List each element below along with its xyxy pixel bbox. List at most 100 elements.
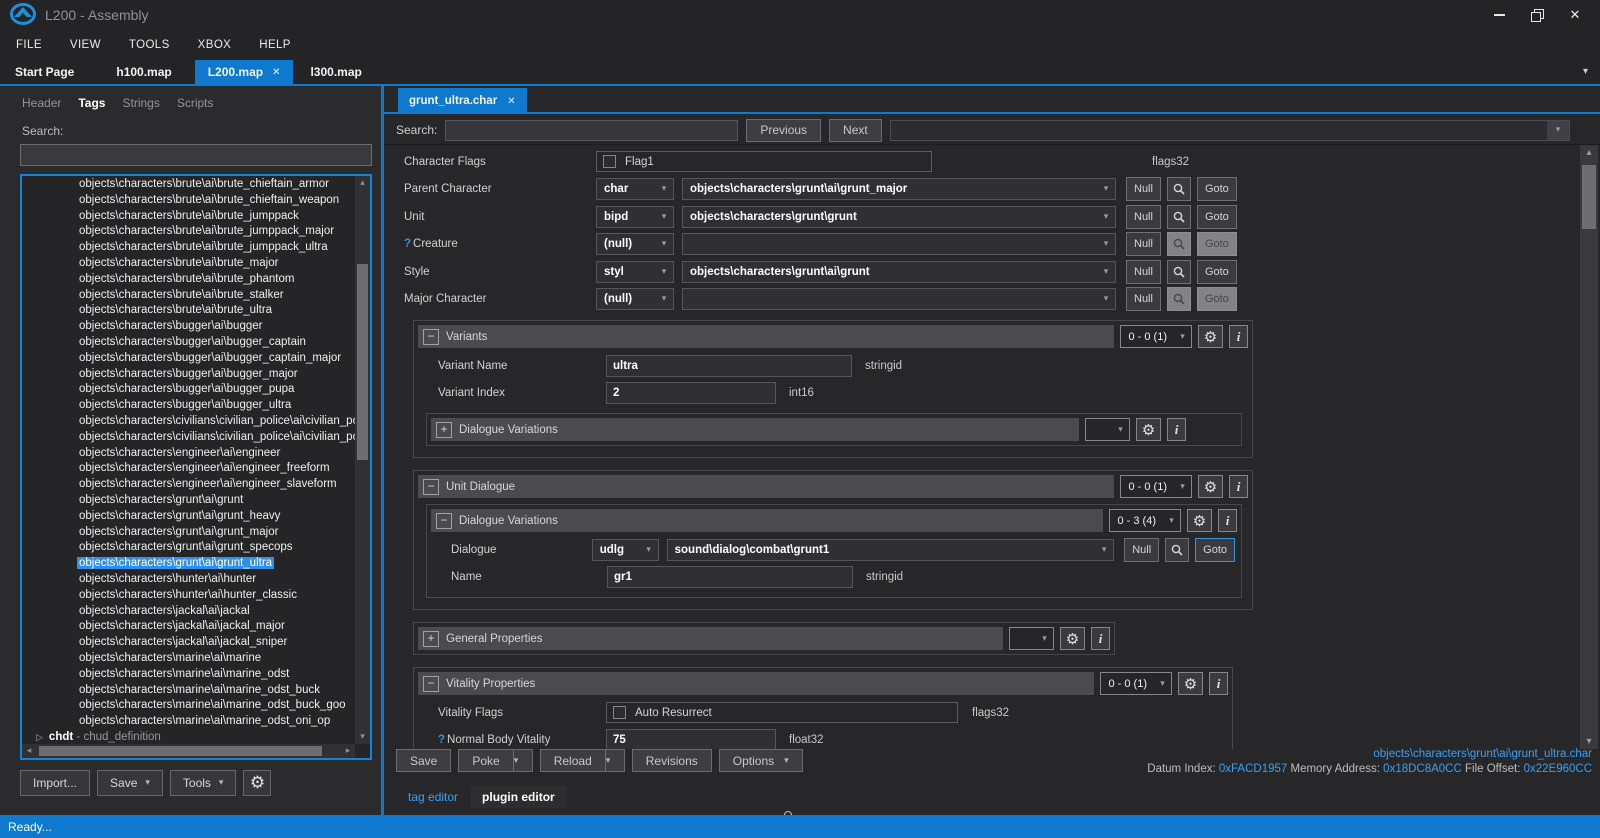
editor-vscrollbar[interactable]: ▴ ▾ (1580, 145, 1598, 749)
block-index-dropdown[interactable]: 0 - 3 (4)▾ (1109, 509, 1181, 532)
tag-path-link[interactable]: objects\characters\grunt\ai\grunt_ultra.… (1147, 747, 1592, 762)
goto-button[interactable]: Goto (1197, 177, 1237, 201)
tag-list-item[interactable]: objects\characters\civilians\civilian_po… (22, 430, 355, 446)
dialogue-name-input[interactable] (607, 566, 853, 588)
search-tag-button[interactable] (1167, 205, 1191, 229)
null-button[interactable]: Null (1126, 287, 1161, 311)
null-button[interactable]: Null (1126, 177, 1161, 201)
tag-class-dropdown[interactable]: styl▾ (596, 261, 674, 283)
variant-name-input[interactable] (606, 355, 852, 377)
block-index-dropdown[interactable]: ▾ (1085, 418, 1130, 441)
tag-list-item[interactable]: objects\characters\marine\ai\marine (22, 651, 355, 667)
chevron-down-icon[interactable]: ▾ (1583, 66, 1588, 77)
normal-body-vitality-input[interactable] (606, 729, 776, 749)
tag-list-item[interactable]: objects\characters\grunt\ai\grunt_heavy (22, 509, 355, 525)
tag-list-item[interactable]: objects\characters\grunt\ai\grunt (22, 493, 355, 509)
expand-button[interactable]: + (436, 422, 452, 438)
menu-file[interactable]: FILE (14, 35, 44, 55)
tag-class-dropdown[interactable]: (null)▾ (596, 233, 674, 255)
info-icon[interactable]: i (1229, 475, 1248, 498)
options-button[interactable]: Options▾ (719, 749, 803, 772)
info-icon[interactable]: i (1229, 325, 1248, 348)
tag-list-item[interactable]: objects\characters\bugger\ai\bugger_majo… (22, 367, 355, 383)
tag-class-dropdown[interactable]: (null)▾ (596, 288, 674, 310)
menu-tools[interactable]: TOOLS (127, 35, 172, 55)
goto-button[interactable]: Goto (1195, 538, 1235, 562)
tag-list-hscrollbar[interactable]: ◂ ▸ (22, 744, 355, 758)
tag-list-item[interactable]: objects\characters\brute\ai\brute_jumppa… (22, 209, 355, 225)
close-icon[interactable]: ✕ (272, 67, 280, 78)
tag-list-item[interactable]: objects\characters\brute\ai\brute_phanto… (22, 272, 355, 288)
block-index-dropdown[interactable]: 0 - 0 (1)▾ (1120, 325, 1192, 348)
tag-list-item[interactable]: objects\characters\brute\ai\brute_chieft… (22, 193, 355, 209)
tab-plugin-editor[interactable]: plugin editor (470, 786, 567, 808)
menu-help[interactable]: HELP (257, 35, 293, 55)
settings-gear-button[interactable]: ⚙ (243, 770, 271, 796)
chevron-right-icon[interactable]: ▸ (341, 744, 355, 758)
tag-path-combobox[interactable]: ▾ (682, 288, 1116, 310)
tools-button[interactable]: Tools▾ (170, 770, 237, 796)
info-icon[interactable]: i (1167, 418, 1186, 441)
tag-list-item[interactable]: objects\characters\engineer\ai\engineer_… (22, 461, 355, 477)
tag-list-item[interactable]: objects\characters\marine\ai\marine_odst… (22, 698, 355, 714)
block-gear-button[interactable]: ⚙ (1136, 418, 1161, 441)
tag-class-dropdown[interactable]: char▾ (596, 178, 674, 200)
tag-list-item[interactable]: objects\characters\hunter\ai\hunter (22, 572, 355, 588)
previous-button[interactable]: Previous (746, 119, 821, 142)
search-tag-button[interactable] (1167, 177, 1191, 201)
close-icon[interactable]: ✕ (507, 96, 515, 107)
tag-list-vscrollbar[interactable]: ▴ ▾ (355, 176, 370, 744)
tag-list-item[interactable]: objects\characters\jackal\ai\jackal (22, 604, 355, 620)
search-results-combobox[interactable]: ▾ (890, 120, 1570, 141)
import-button[interactable]: Import... (20, 770, 90, 796)
null-button[interactable]: Null (1126, 260, 1161, 284)
chevron-up-icon[interactable]: ▴ (1580, 145, 1598, 160)
collapse-button[interactable]: − (423, 329, 439, 345)
tag-list-item[interactable]: objects\characters\brute\ai\brute_ultra (22, 303, 355, 319)
tab-grunt-ultra-char[interactable]: grunt_ultra.char ✕ (398, 88, 527, 114)
tag-list-item[interactable]: objects\characters\engineer\ai\engineer_… (22, 477, 355, 493)
revisions-button[interactable]: Revisions (632, 749, 712, 772)
restore-button[interactable] (1518, 0, 1556, 30)
tag-list-item[interactable]: objects\characters\bugger\ai\bugger_capt… (22, 335, 355, 351)
hscroll-thumb[interactable] (39, 746, 322, 756)
sidebar-search-input[interactable] (20, 144, 372, 166)
tag-path-combobox[interactable]: objects\characters\grunt\grunt▾ (682, 206, 1116, 228)
tag-list-item[interactable]: objects\characters\bugger\ai\bugger (22, 319, 355, 335)
tab-start-page[interactable]: Start Page (2, 60, 87, 84)
chevron-left-icon[interactable]: ◂ (22, 744, 36, 758)
chevron-down-icon[interactable]: ▾ (1547, 121, 1569, 140)
search-tag-button[interactable] (1167, 260, 1191, 284)
tab-tag-editor[interactable]: tag editor (396, 786, 470, 808)
tag-list-item[interactable]: objects\characters\civilians\civilian_po… (22, 414, 355, 430)
save-tag-button[interactable]: Save (396, 749, 451, 772)
collapse-button[interactable]: − (423, 676, 439, 692)
block-gear-button[interactable]: ⚙ (1198, 325, 1223, 348)
tag-list-item[interactable]: objects\characters\brute\ai\brute_jumppa… (22, 224, 355, 240)
tag-list-item[interactable]: objects\characters\marine\ai\marine_odst (22, 667, 355, 683)
tag-list-item[interactable]: objects\characters\jackal\ai\jackal_snip… (22, 635, 355, 651)
tab-l300-map[interactable]: l300.map (297, 60, 374, 84)
sidebar-tab-header[interactable]: Header (22, 96, 61, 110)
poke-dropdown-button[interactable]: ▾ (513, 749, 533, 772)
vscroll-thumb[interactable] (1582, 165, 1596, 229)
tab-l200-map[interactable]: L200.map ✕ (195, 60, 294, 84)
tag-class-dropdown[interactable]: udlg▾ (592, 539, 659, 561)
menu-xbox[interactable]: XBOX (196, 35, 234, 55)
variant-index-input[interactable] (606, 382, 776, 404)
goto-button[interactable]: Goto (1197, 260, 1237, 284)
tab-h100-map[interactable]: h100.map (103, 60, 184, 84)
block-gear-button[interactable]: ⚙ (1187, 509, 1212, 532)
tag-path-combobox[interactable]: objects\characters\grunt\ai\grunt▾ (682, 261, 1116, 283)
tag-list-item[interactable]: objects\characters\hunter\ai\hunter_clas… (22, 588, 355, 604)
poke-button[interactable]: Poke (458, 749, 512, 772)
null-button[interactable]: Null (1124, 538, 1159, 562)
save-button[interactable]: Save▾ (97, 770, 163, 796)
tag-list-item[interactable]: objects\characters\brute\ai\brute_jumppa… (22, 240, 355, 256)
sidebar-tab-tags[interactable]: Tags (78, 96, 105, 110)
tag-list-item[interactable]: objects\characters\brute\ai\brute_stalke… (22, 288, 355, 304)
tag-list-item[interactable]: objects\characters\bugger\ai\bugger_ultr… (22, 398, 355, 414)
tag-class-dropdown[interactable]: bipd▾ (596, 206, 674, 228)
collapse-button[interactable]: − (436, 513, 452, 529)
expand-button[interactable]: + (423, 631, 439, 647)
